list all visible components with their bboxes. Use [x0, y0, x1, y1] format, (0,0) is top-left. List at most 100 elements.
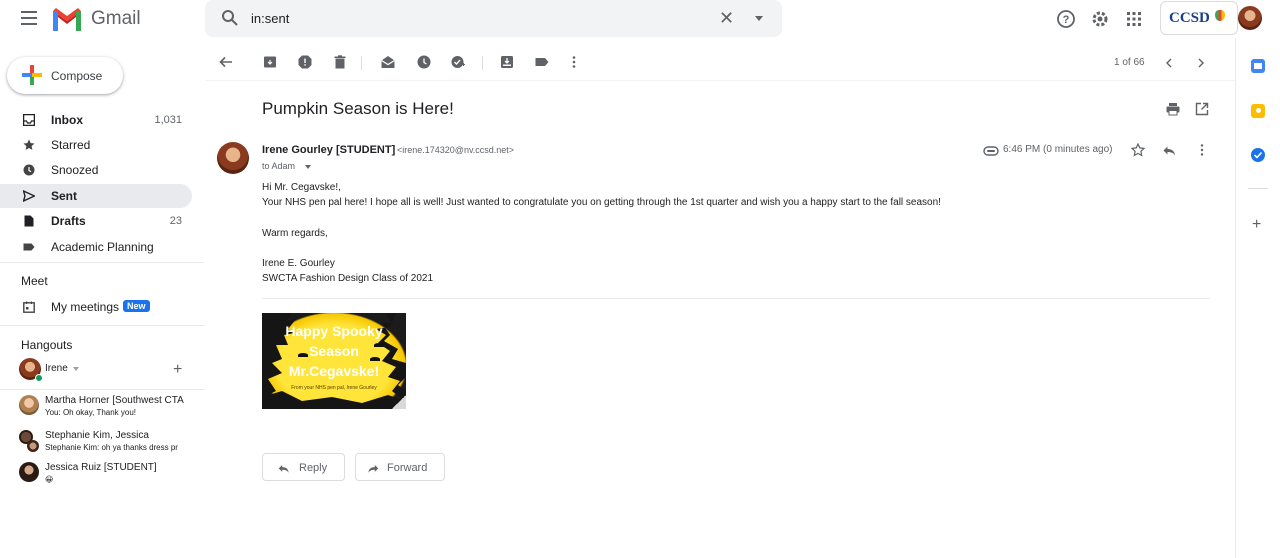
back-arrow-icon[interactable] — [219, 55, 233, 69]
attachment-caption: From your NHS pen pal, Irene Gourley — [291, 385, 377, 391]
sender-avatar[interactable] — [217, 142, 249, 174]
calendar-icon — [23, 301, 35, 313]
snooze-clock-icon[interactable] — [417, 55, 431, 69]
recipient-line[interactable]: to Adam — [262, 161, 295, 171]
drafts-count: 23 — [169, 215, 182, 227]
search-options-icon[interactable] — [755, 16, 763, 21]
apps-grid-icon[interactable] — [1124, 9, 1144, 29]
more-options-icon[interactable] — [567, 55, 581, 69]
archive-icon[interactable] — [263, 55, 277, 69]
label-icon[interactable] — [535, 55, 549, 69]
label-tag-icon — [23, 243, 35, 251]
sidebar-item-label: Sent — [51, 189, 78, 203]
new-conversation-plus-icon[interactable]: + — [173, 361, 182, 379]
hangout-conversation[interactable]: Stephanie Kim, Jessica Stephanie Kim: oh… — [19, 426, 199, 458]
conversation-snippet: Stephanie Kim: oh ya thanks dress pr — [45, 443, 178, 452]
hangout-conversation[interactable]: Jessica Ruiz [STUDENT] 😀 — [19, 458, 199, 490]
delete-trash-icon[interactable] — [333, 55, 347, 69]
my-meetings-item[interactable]: My meetings New — [0, 295, 192, 319]
apple-icon — [1215, 10, 1225, 21]
search-icon[interactable] — [221, 9, 239, 27]
sidebar-item-drafts[interactable]: Drafts 23 — [0, 209, 192, 233]
newer-chevron-left-icon[interactable] — [1162, 56, 1176, 70]
report-spam-icon[interactable] — [298, 55, 312, 69]
show-details-chevron-icon[interactable] — [305, 165, 311, 169]
search-bar[interactable]: in:sent ✕ — [205, 0, 782, 37]
attachment-icon — [983, 146, 999, 156]
sidebar-item-label: Starred — [51, 138, 91, 152]
conversation-name: Martha Horner [Southwest CTA — [45, 395, 184, 406]
attachment-text-line: Happy Spooky — [285, 323, 383, 339]
tasks-icon[interactable] — [1251, 148, 1265, 162]
toolbar-divider — [482, 56, 483, 70]
sidebar-item-label: Academic Planning — [51, 240, 154, 254]
search-input[interactable]: in:sent — [251, 11, 289, 26]
forward-button[interactable]: Forward — [355, 453, 445, 481]
online-status-dot — [35, 374, 43, 382]
conversation-name: Stephanie Kim, Jessica — [45, 430, 149, 441]
get-addons-plus-icon[interactable]: + — [1252, 216, 1261, 234]
email-body-line: Your NHS pen pal here! I hope all is wel… — [262, 197, 941, 208]
sidebar-item-starred[interactable]: Starred — [0, 133, 192, 157]
settings-gear-icon[interactable] — [1090, 9, 1110, 29]
account-avatar[interactable] — [1238, 6, 1262, 30]
pagination-count: 1 of 66 — [1114, 57, 1145, 68]
print-icon[interactable] — [1166, 102, 1180, 116]
gmail-m-icon — [53, 8, 81, 31]
star-outline-icon[interactable] — [1131, 143, 1145, 157]
email-subject: Pumpkin Season is Here! — [262, 99, 454, 118]
older-chevron-right-icon[interactable] — [1194, 56, 1208, 70]
send-icon — [23, 190, 35, 202]
signature-divider — [262, 298, 1210, 299]
email-body-line: SWCTA Fashion Design Class of 2021 — [262, 273, 434, 284]
calendar-app-icon[interactable] — [1251, 59, 1265, 73]
halloween-image-attachment[interactable]: Happy Spooky Season Mr.Cegavske! From yo… — [262, 313, 406, 409]
reply-icon — [278, 465, 289, 473]
status-dropdown-icon[interactable] — [73, 367, 79, 371]
keep-notes-icon[interactable] — [1251, 104, 1265, 118]
reply-arrow-icon[interactable] — [1162, 143, 1176, 157]
mark-unread-icon[interactable] — [381, 55, 395, 69]
contact-avatar — [27, 440, 39, 452]
hangouts-section-title: Hangouts — [21, 338, 73, 352]
attachment-text-line: Mr.Cegavske! — [288, 363, 380, 379]
star-icon — [23, 139, 35, 150]
hangout-conversation[interactable]: Martha Horner [Southwest CTA You: Oh oka… — [19, 391, 199, 423]
compose-label: Compose — [51, 69, 103, 83]
compose-button[interactable]: Compose — [7, 57, 123, 94]
sidebar-item-label: Snoozed — [51, 163, 99, 177]
forward-label: Forward — [387, 462, 428, 474]
move-to-icon[interactable] — [500, 55, 514, 69]
sidebar-item-academic-planning[interactable]: Academic Planning — [0, 235, 192, 259]
compose-plus-icon — [22, 65, 42, 85]
reply-label: Reply — [299, 462, 328, 474]
sidebar-item-sent[interactable]: Sent — [0, 184, 192, 208]
clear-search-icon[interactable]: ✕ — [719, 8, 734, 29]
sidebar-divider — [0, 389, 204, 390]
conversation-snippet: You: Oh okay, Thank you! — [45, 408, 137, 417]
forward-icon — [368, 465, 379, 473]
main-menu-icon[interactable] — [21, 11, 37, 25]
inbox-count: 1,031 — [154, 114, 182, 126]
conversation-snippet: 😀 — [45, 475, 54, 484]
message-more-options-icon[interactable] — [1195, 143, 1209, 157]
organization-logo[interactable]: CCSD — [1160, 1, 1238, 35]
add-to-tasks-icon[interactable] — [451, 55, 465, 69]
gmail-logo[interactable]: Gmail — [51, 7, 141, 31]
side-panel-divider — [1235, 38, 1236, 558]
app-name: Gmail — [91, 8, 141, 29]
reply-button[interactable]: Reply — [262, 453, 345, 481]
sidebar-divider — [0, 262, 204, 263]
sidebar-divider — [0, 325, 204, 326]
help-icon[interactable]: ? — [1056, 9, 1076, 29]
sidebar-item-inbox[interactable]: Inbox 1,031 — [0, 108, 192, 132]
hangouts-user-name[interactable]: Irene — [45, 363, 68, 374]
inbox-icon — [23, 114, 35, 126]
sender-name[interactable]: Irene Gourley [STUDENT] — [262, 144, 395, 156]
sidebar-item-snoozed[interactable]: Snoozed — [0, 158, 192, 182]
meet-section-title: Meet — [21, 274, 48, 288]
open-in-new-window-icon[interactable] — [1195, 102, 1209, 116]
page-fold-corner — [392, 395, 406, 409]
message-time: 6:46 PM (0 minutes ago) — [1003, 144, 1113, 155]
attachment-text-line: Season — [309, 343, 359, 359]
